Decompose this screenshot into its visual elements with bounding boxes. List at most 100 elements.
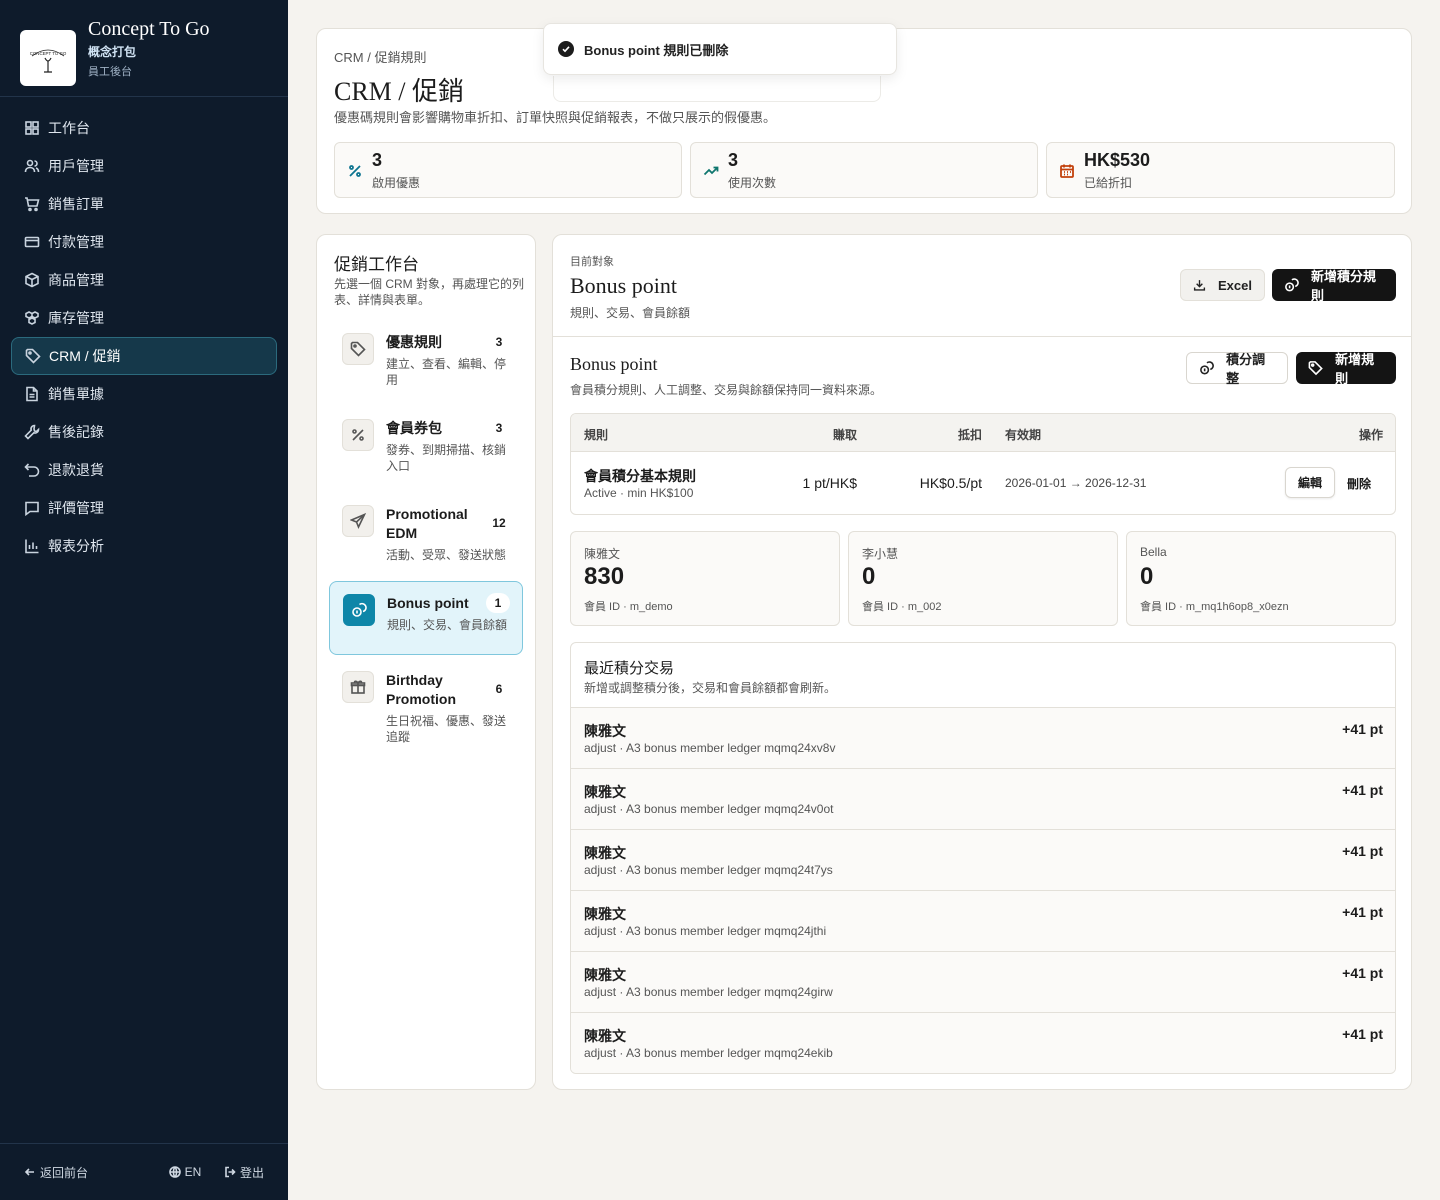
gift-icon [342,671,374,703]
toast-notification[interactable]: Bonus point 規則已刪除 [543,23,897,75]
nav-item-label: 銷售單據 [48,386,104,402]
stat-value: 3 [372,150,383,170]
nav-item-inventory[interactable]: 庫存管理 [11,299,277,337]
coins-icon [1285,278,1299,292]
col-earn: 賺取 [832,428,857,442]
tx-detail: adjust · A3 bonus member ledger mqmq24jt… [584,924,827,938]
tool-item-name: Bonus point [387,595,469,611]
tx-amount: +41 pt [1342,904,1383,920]
edit-rule-button[interactable]: 編輯 [1285,467,1335,498]
tool-item-coupon-rules[interactable]: 優惠規則 3 建立、查看、編輯、停用 [329,321,523,397]
member-balance-card[interactable]: Bella 0 會員 ID · m_mq1h6op8_x0ezn [1126,531,1396,626]
stat-label: 已給折扣 [1084,176,1133,190]
nav-item-label: 庫存管理 [48,310,104,326]
nav-item-refunds[interactable]: 退款退貨 [11,451,277,489]
back-to-storefront-link[interactable]: 返回前台 [24,1164,88,1181]
download-icon [1193,280,1206,291]
section-description: 會員積分規則、人工調整、交易與餘額保持同一資料來源。 [570,383,883,397]
nav-item-crm[interactable]: CRM / 促銷 [11,337,277,375]
tx-detail: adjust · A3 bonus member ledger mqmq24xv… [584,741,836,755]
panel-title: 促銷工作台 [334,255,419,274]
brand-logo: CONCEPT TO GO [20,30,76,86]
list-item[interactable]: 陳雅文 adjust · A3 bonus member ledger mqmq… [571,829,1395,890]
add-points-rule-button[interactable]: 新增積分規則 [1272,269,1396,303]
tool-item-member-vouchers[interactable]: 會員券包 3 發券、到期掃描、核銷入口 [329,407,523,483]
list-item[interactable]: 陳雅文 adjust · A3 bonus member ledger mqmq… [571,707,1395,768]
tool-item-bonus-point[interactable]: Bonus point 1 規則、交易、會員餘額 [329,581,523,655]
sidebar: CONCEPT TO GO Concept To Go 概念打包 員工後台 工作… [0,0,288,1200]
member-balance: 830 [584,563,625,590]
back-label: 返回前台 [40,1165,89,1180]
users-icon [24,159,40,173]
nav-item-reports[interactable]: 報表分析 [11,527,277,565]
page-description: 優惠碼規則會影響購物車折扣、訂單快照與促銷報表，不做只展示的假優惠。 [334,110,777,125]
list-item[interactable]: 陳雅文 adjust · A3 bonus member ledger mqmq… [571,890,1395,951]
tool-item-desc: 活動、受眾、發送狀態 [386,548,507,562]
rule-redeem: HK$0.5/pt [919,475,982,491]
undo-icon [24,463,40,477]
toast-message: Bonus point 規則已刪除 [584,42,729,58]
main-nav: 工作台 用戶管理 銷售訂單 付款管理 商品管理 庫存管理 CRM / 促銷 銷售… [0,97,288,577]
nav-item-sales-documents[interactable]: 銷售單據 [11,375,277,413]
button-label: Excel [1218,277,1252,293]
nav-item-aftersales[interactable]: 售後記錄 [11,413,277,451]
nav-item-label: 銷售訂單 [48,196,104,212]
col-redeem: 抵扣 [957,428,982,442]
nav-item-label: CRM / 促銷 [49,348,121,364]
globe-icon [168,1166,181,1178]
tx-member-name: 陳雅文 [584,1028,626,1044]
recent-transactions: 最近積分交易 新增或調整積分後，交易和會員餘額都會刷新。 陳雅文 adjust … [570,642,1396,1074]
nav-item-payments[interactable]: 付款管理 [11,223,277,261]
member-name: 陳雅文 [584,547,621,561]
nav-item-label: 退款退貨 [48,462,104,478]
tx-detail: adjust · A3 bonus member ledger mqmq24v0… [584,802,834,816]
box-icon [25,272,39,288]
tag-icon [1308,361,1323,376]
section-title: Bonus point [570,354,658,374]
stat-label: 使用次數 [728,176,777,190]
tool-item-count: 12 [487,513,511,533]
add-rule-button[interactable]: 新增規則 [1296,352,1396,386]
arrow-left-icon [24,1168,34,1176]
nav-item-label: 商品管理 [48,272,104,288]
export-excel-button[interactable]: Excel [1180,269,1265,301]
tx-detail: adjust · A3 bonus member ledger mqmq24ek… [584,1046,833,1060]
member-id: 會員 ID · m_002 [862,601,942,613]
tx-amount: +41 pt [1342,1026,1383,1042]
language-toggle[interactable]: EN [168,1165,201,1179]
member-balance-card[interactable]: 李小慧 0 會員 ID · m_002 [848,531,1118,626]
coins-icon [343,594,375,626]
list-item[interactable]: 陳雅文 adjust · A3 bonus member ledger mqmq… [571,1012,1395,1073]
nav-item-products[interactable]: 商品管理 [11,261,277,299]
points-adjust-button[interactable]: 積分調整 [1186,352,1288,386]
nav-item-reviews[interactable]: 評價管理 [11,489,277,527]
list-item[interactable]: 陳雅文 adjust · A3 bonus member ledger mqmq… [571,951,1395,1012]
tool-item-name: Birthday Promotion [386,672,456,707]
nav-item-users[interactable]: 用戶管理 [11,147,277,185]
nav-item-label: 工作台 [48,120,90,136]
tool-item-promotional-edm[interactable]: Promotional EDM 12 活動、受眾、發送狀態 [329,493,523,569]
tool-item-name: Promotional EDM [386,506,468,541]
button-label: 新增積分規則 [1310,269,1376,303]
brand-name: Concept To Go [88,17,210,40]
brand-subtitle: 概念打包 [88,44,137,59]
list-item[interactable]: 陳雅文 adjust · A3 bonus member ledger mqmq… [571,768,1395,829]
card-icon [24,236,40,248]
boxes-icon [25,311,39,325]
rules-table: 規則 賺取 抵扣 有效期 操作 會員積分基本規則 Active · min HK… [570,413,1396,515]
member-id: 會員 ID · m_demo [584,601,673,613]
rule-name: 會員積分基本規則 [584,468,696,484]
brand[interactable]: CONCEPT TO GO Concept To Go 概念打包 員工後台 [0,0,288,97]
delete-rule-button[interactable]: 刪除 [1347,475,1371,492]
tool-item-desc: 規則、交易、會員餘額 [387,618,508,632]
nav-item-sales-orders[interactable]: 銷售訂單 [11,185,277,223]
table-row[interactable]: 會員積分基本規則 Active · min HK$100 1 pt/HK$ HK… [571,452,1395,514]
member-balance-card[interactable]: 陳雅文 830 會員 ID · m_demo [570,531,840,626]
tool-item-birthday-promotion[interactable]: Birthday Promotion 6 生日祝福、優惠、發送追蹤 [329,659,523,749]
logo-mark-icon: CONCEPT TO GO [30,49,67,73]
tool-item-name: 會員券包 [386,420,442,436]
nav-item-dashboard[interactable]: 工作台 [11,109,277,147]
logout-link[interactable]: 登出 [224,1164,264,1181]
nav-item-label: 付款管理 [48,234,104,250]
brand-caption: 員工後台 [88,65,132,78]
